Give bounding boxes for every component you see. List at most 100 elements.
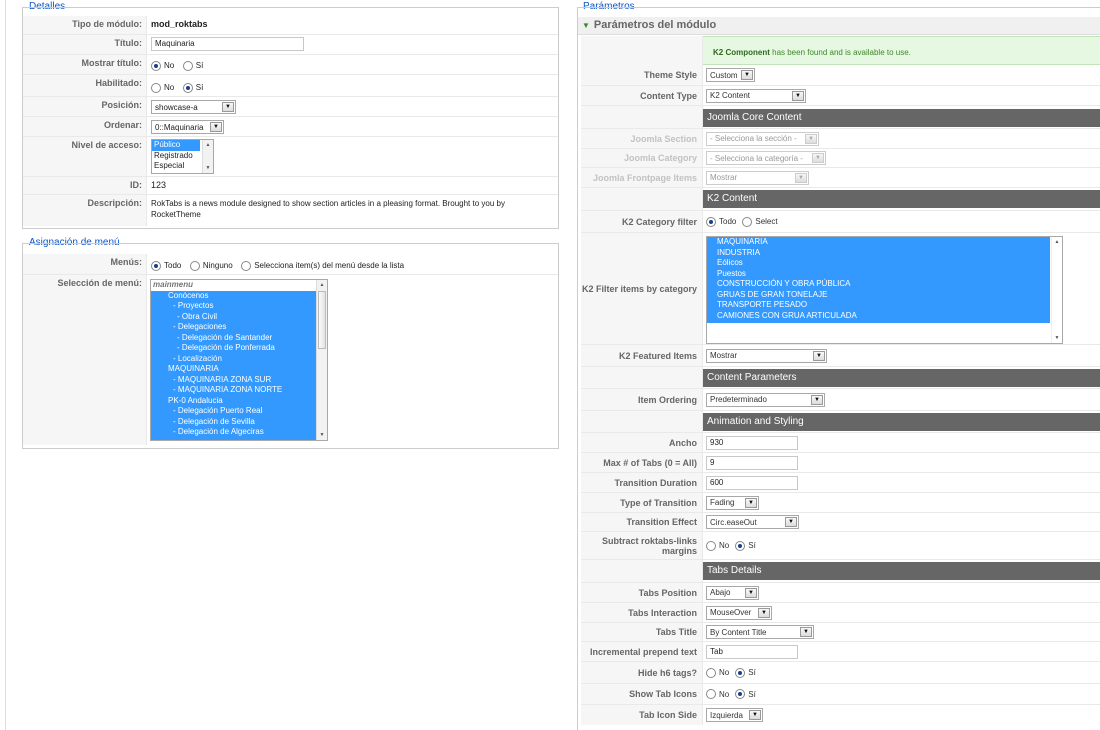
k2-category-item[interactable]: INDUSTRIA <box>715 248 1050 259</box>
max-tabs-input[interactable]: 9 <box>706 455 798 470</box>
menus-ninguno-radio[interactable] <box>189 260 200 271</box>
joomla-frontpage-select[interactable]: Mostrar ▼ <box>706 170 809 185</box>
k2-category-item[interactable]: CAMIONES CON GRUA ARTICULADA <box>715 311 1050 322</box>
subtract-si-radio[interactable] <box>735 540 746 551</box>
type-transition-select[interactable]: Fading ▼ <box>706 495 759 510</box>
menu-selection-listbox[interactable]: mainmenu Conócenos - Proyectos - Obra Ci… <box>150 279 328 441</box>
content-type-select[interactable]: K2 Content ▼ <box>706 88 806 103</box>
joomla-category-select[interactable]: - Selecciona la categoría - ▼ <box>706 151 826 165</box>
menu-item[interactable]: - MAQUINARIA ZONA NORTE <box>151 385 327 396</box>
k2-category-item[interactable]: Eólicos <box>715 258 1050 269</box>
row-hide-h6: Hide h6 tags? No Sí <box>581 662 1100 684</box>
tabs-details-header: Tabs Details <box>703 562 1100 580</box>
hide-h6-si-radio[interactable] <box>735 667 746 678</box>
subtract-no-radio[interactable] <box>706 540 716 551</box>
pane-title-parametros-modulo[interactable]: ▼ Parámetros del módulo <box>578 17 1100 35</box>
k2-category-item[interactable]: MAQUINARIA <box>715 237 1050 248</box>
tabs-position-select[interactable]: Abajo ▼ <box>706 585 759 600</box>
row-tabs-details-header: Tabs Details <box>581 560 1100 583</box>
menu-item[interactable]: - Delegación de Santander <box>151 332 327 343</box>
incremental-input[interactable]: Tab <box>706 644 798 659</box>
row-tab-icon-side: Tab Icon Side Izquierda ▼ <box>581 705 1100 725</box>
k2-filter-select-radio[interactable] <box>742 216 753 227</box>
k2-notice: K2 Component has been found and is avail… <box>703 36 1100 65</box>
nivel-scrollbar[interactable]: ▲ ▼ <box>202 140 213 173</box>
menu-item[interactable]: - Delegación de Sevilla <box>151 416 327 427</box>
max-tabs-label: Max # of Tabs (0 = All) <box>581 453 703 472</box>
scroll-down-icon[interactable]: ▼ <box>317 430 327 440</box>
scroll-thumb[interactable] <box>318 291 326 349</box>
row-tabs-position: Tabs Position Abajo ▼ <box>581 583 1100 603</box>
titulo-input[interactable]: Maquinaria <box>151 37 304 51</box>
show-icons-si-radio[interactable] <box>735 689 746 699</box>
joomla-section-select[interactable]: - Selecciona la sección - ▼ <box>706 131 819 146</box>
tipo-modulo-label: Tipo de módulo: <box>23 16 147 34</box>
show-icons-no-radio[interactable] <box>706 689 716 699</box>
menu-item[interactable]: - Delegación de Algeciras <box>151 427 327 438</box>
ancho-input[interactable]: 930 <box>706 435 798 450</box>
k2-featured-select[interactable]: Mostrar ▼ <box>706 348 827 363</box>
k2-content-header: K2 Content <box>703 190 1100 208</box>
habilitado-si-radio[interactable] <box>182 82 193 93</box>
theme-style-select[interactable]: Custom ▼ <box>706 68 755 82</box>
menu-item[interactable]: Conócenos <box>151 290 327 301</box>
tabs-interaction-value: MouseOver <box>710 608 752 617</box>
mostrar-no-radio[interactable] <box>151 60 161 71</box>
mostrar-si-radio[interactable] <box>182 60 193 71</box>
k2-categories-listbox[interactable]: MAQUINARIA INDUSTRIA Eólicos Puestos CON… <box>706 236 1063 344</box>
k2-category-filter-label: K2 Category filter <box>581 211 703 232</box>
nivel-option-publico[interactable]: Público <box>152 140 200 151</box>
tabs-title-select[interactable]: By Content Title ▼ <box>706 625 814 639</box>
tab-icon-side-select[interactable]: Izquierda ▼ <box>706 708 763 722</box>
row-tabs-title: Tabs Title By Content Title ▼ <box>581 623 1100 642</box>
hide-h6-no-radio[interactable] <box>706 667 716 678</box>
menu-selection-scrollbar[interactable]: ▲ ▼ <box>316 280 327 440</box>
menus-select-radio[interactable] <box>241 260 252 271</box>
scroll-up-icon[interactable]: ▲ <box>1052 237 1062 247</box>
posicion-value: showcase-a <box>155 102 198 112</box>
chevron-down-icon: ▼ <box>758 607 770 618</box>
item-ordering-select[interactable]: Predeterminado ▼ <box>706 392 825 407</box>
row-incremental: Incremental prepend text Tab <box>581 642 1100 662</box>
k2-filter-select-label: Select <box>755 217 778 226</box>
transition-effect-select[interactable]: Circ.easeOut ▼ <box>706 515 799 529</box>
ordenar-select[interactable]: 0::Maquinaria ▼ <box>151 120 224 134</box>
hide-h6-si-label: Sí <box>748 668 756 677</box>
habilitado-no-radio[interactable] <box>151 82 161 93</box>
transition-duration-input[interactable]: 600 <box>706 475 798 490</box>
k2-category-item[interactable]: CONSTRUCCIÓN Y OBRA PÚBLICA <box>715 279 1050 290</box>
menu-item[interactable]: PK-0 Andalucia <box>151 395 327 406</box>
menu-item[interactable]: - Delegación de Ponferrada <box>151 343 327 354</box>
k2-category-item[interactable]: TRANSPORTE PESADO <box>715 300 1050 311</box>
show-tab-icons-label: Show Tab Icons <box>581 684 703 704</box>
scroll-up-icon[interactable]: ▲ <box>317 280 327 290</box>
menu-item[interactable]: - Obra Civil <box>151 311 327 322</box>
menu-item[interactable]: - Delegación Puerto Real <box>151 406 327 417</box>
menu-item[interactable]: - Localización <box>151 353 327 364</box>
menu-item[interactable]: MAQUINARIA <box>151 364 327 375</box>
outer-border-line <box>5 0 6 730</box>
k2-categories-scrollbar[interactable]: ▲ ▼ <box>1051 237 1062 343</box>
k2-category-item[interactable]: Puestos <box>715 269 1050 280</box>
menu-item[interactable]: - Delegaciones <box>151 322 327 333</box>
header-spacer <box>581 560 703 582</box>
notice-bold: K2 Component <box>713 48 770 57</box>
menu-item[interactable]: - MAQUINARIA ZONA SUR <box>151 374 327 385</box>
header-spacer <box>581 106 703 128</box>
menus-todo-radio[interactable] <box>151 260 161 271</box>
nivel-acceso-listbox[interactable]: Público Registrado Especial ▲ ▼ <box>151 139 214 174</box>
k2-category-item[interactable]: GRUAS DE GRAN TONELAJE <box>715 290 1050 301</box>
menus-todo-label: Todo <box>164 261 182 271</box>
row-joomla-frontpage: Joomla Frontpage Items Mostrar ▼ <box>581 168 1100 188</box>
scroll-down-icon[interactable]: ▼ <box>203 163 213 173</box>
tab-icon-side-value: Izquierda <box>710 710 743 720</box>
posicion-select[interactable]: showcase-a ▼ <box>151 100 236 114</box>
tabs-interaction-select[interactable]: MouseOver ▼ <box>706 605 772 620</box>
scroll-up-icon[interactable]: ▲ <box>203 140 213 150</box>
row-descripcion: Descripción: RokTabs is a news module de… <box>23 195 558 226</box>
k2-filter-todo-radio[interactable] <box>706 216 716 227</box>
joomla-section-value: - Selecciona la sección - <box>710 134 797 143</box>
chevron-down-icon: ▼ <box>785 517 797 527</box>
menu-item[interactable]: - Proyectos <box>151 301 327 312</box>
scroll-down-icon[interactable]: ▼ <box>1052 333 1062 343</box>
